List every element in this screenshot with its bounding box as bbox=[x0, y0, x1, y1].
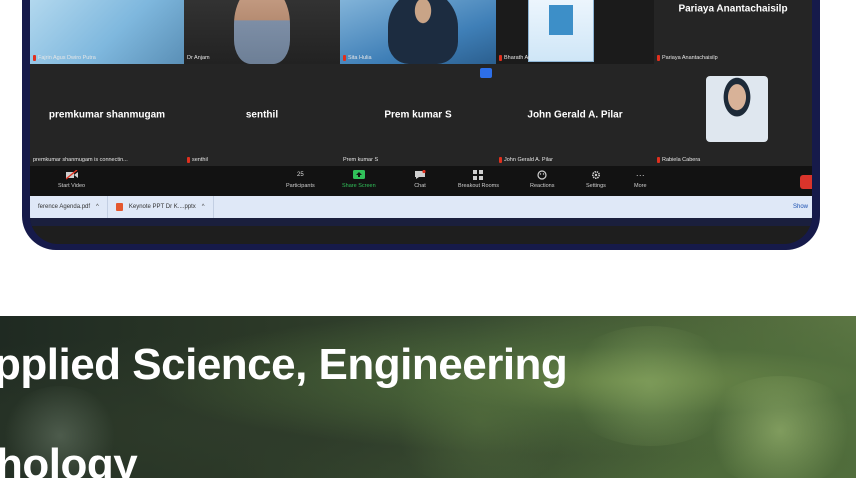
participant-caption: John Gerald A. Pilar bbox=[504, 157, 553, 163]
show-all-link[interactable]: Show bbox=[793, 204, 808, 210]
muted-mic-icon bbox=[499, 157, 502, 163]
participant-caption: Fajrin Agus Dwiro Putra bbox=[38, 55, 96, 61]
pptx-file-icon bbox=[115, 203, 123, 211]
participant-video-image bbox=[388, 0, 458, 64]
hero-subtitle: hology bbox=[0, 440, 138, 478]
taskbar bbox=[30, 218, 812, 226]
participant-caption: Pariaya Anantachaisilp bbox=[662, 55, 718, 61]
video-tile: Rabiela Cabera bbox=[654, 64, 812, 167]
share-screen-button[interactable]: Share Screen bbox=[342, 169, 376, 189]
hero-banner: pplied Science, Engineering hology bbox=[0, 316, 856, 478]
video-tile: premkumar shanmugam premkumar shanmugam … bbox=[30, 64, 185, 167]
more-dots-icon: ··· bbox=[635, 169, 645, 180]
video-tile: John Gerald A. Pilar John Gerald A. Pila… bbox=[496, 64, 655, 167]
video-tile: Prem kumar S Prem kumar S bbox=[340, 64, 497, 167]
muted-mic-icon bbox=[657, 157, 660, 163]
reactions-icon bbox=[536, 169, 548, 180]
participant-caption: Bharath Ar bbox=[504, 55, 530, 61]
muted-mic-icon bbox=[343, 55, 346, 61]
participant-caption: Sita Hulia bbox=[348, 55, 372, 61]
muted-mic-icon bbox=[499, 55, 502, 61]
reactions-label: Reactions bbox=[530, 183, 555, 189]
download-item[interactable]: ference Agenda.pdf ^ bbox=[30, 196, 108, 218]
participant-video-image bbox=[706, 76, 768, 142]
laptop-frame: Fajrin Agus Dwiro Putra Dr Anjam Sita Hu… bbox=[22, 0, 820, 250]
video-tile: Bharath Ar bbox=[496, 0, 655, 65]
gear-icon bbox=[590, 169, 602, 180]
end-meeting-button[interactable] bbox=[800, 175, 812, 189]
chat-button[interactable]: Chat bbox=[414, 169, 426, 189]
downloads-bar: ference Agenda.pdf ^ Keynote PPT Dr K...… bbox=[30, 196, 812, 218]
screen-share-icon bbox=[480, 68, 492, 78]
video-tile: Pariaya Anantachaisilp Pariaya Anantacha… bbox=[654, 0, 812, 65]
share-screen-label: Share Screen bbox=[342, 183, 376, 189]
participant-caption: Rabiela Cabera bbox=[662, 157, 701, 163]
meeting-toolbar: Start Video 25 Participants Share Screen… bbox=[30, 166, 812, 196]
participant-caption: senthil bbox=[192, 157, 208, 163]
foliage-decoration bbox=[700, 376, 856, 478]
participants-button[interactable]: 25 Participants bbox=[286, 169, 315, 190]
download-item[interactable]: Keynote PPT Dr K....pptx ^ bbox=[108, 196, 214, 218]
participant-caption: Prem kumar S bbox=[343, 157, 379, 163]
reactions-button[interactable]: Reactions bbox=[530, 169, 554, 189]
participant-name: premkumar shanmugam bbox=[48, 109, 166, 121]
shared-document-thumbnail bbox=[528, 0, 594, 62]
video-tile: Fajrin Agus Dwiro Putra bbox=[30, 0, 185, 65]
participant-name: Pariaya Anantachaisilp bbox=[678, 3, 788, 15]
chevron-up-icon[interactable]: ^ bbox=[202, 204, 205, 210]
participants-icon: 25 bbox=[297, 171, 304, 178]
more-label: More bbox=[634, 183, 647, 189]
participant-name: Prem kumar S bbox=[384, 109, 452, 121]
breakout-rooms-label: Breakout Rooms bbox=[458, 183, 499, 189]
muted-mic-icon bbox=[33, 55, 36, 61]
settings-label: Settings bbox=[586, 183, 606, 189]
participant-name: senthil bbox=[245, 109, 279, 121]
video-tile: senthil senthil bbox=[184, 64, 341, 167]
zoom-meeting-screenshot: Fajrin Agus Dwiro Putra Dr Anjam Sita Hu… bbox=[30, 0, 812, 244]
participant-caption: premkumar shanmugam is connectin... bbox=[33, 157, 128, 163]
share-screen-icon bbox=[352, 169, 365, 180]
video-off-icon bbox=[65, 169, 78, 180]
start-video-label: Start Video bbox=[58, 183, 86, 189]
video-grid: Fajrin Agus Dwiro Putra Dr Anjam Sita Hu… bbox=[30, 0, 812, 167]
muted-mic-icon bbox=[187, 157, 190, 163]
start-video-button[interactable]: Start Video bbox=[58, 169, 85, 189]
participant-name: John Gerald A. Pilar bbox=[527, 109, 623, 121]
muted-mic-icon bbox=[657, 55, 660, 61]
video-tile: Sita Hulia bbox=[340, 0, 497, 65]
hero-title: pplied Science, Engineering bbox=[0, 340, 568, 389]
download-filename: ference Agenda.pdf bbox=[38, 204, 91, 210]
chat-label: Chat bbox=[414, 183, 426, 189]
chat-icon bbox=[414, 169, 426, 180]
download-filename: Keynote PPT Dr K....pptx bbox=[128, 204, 196, 210]
chevron-up-icon[interactable]: ^ bbox=[96, 204, 99, 210]
participant-video-image bbox=[234, 0, 290, 64]
settings-button[interactable]: Settings bbox=[586, 169, 606, 189]
participant-caption: Dr Anjam bbox=[187, 55, 210, 61]
more-button[interactable]: ··· More bbox=[634, 169, 647, 190]
breakout-rooms-button[interactable]: Breakout Rooms bbox=[458, 169, 499, 189]
participants-label: Participants bbox=[286, 183, 315, 189]
breakout-rooms-icon bbox=[472, 169, 484, 180]
video-tile: Dr Anjam bbox=[184, 0, 341, 65]
